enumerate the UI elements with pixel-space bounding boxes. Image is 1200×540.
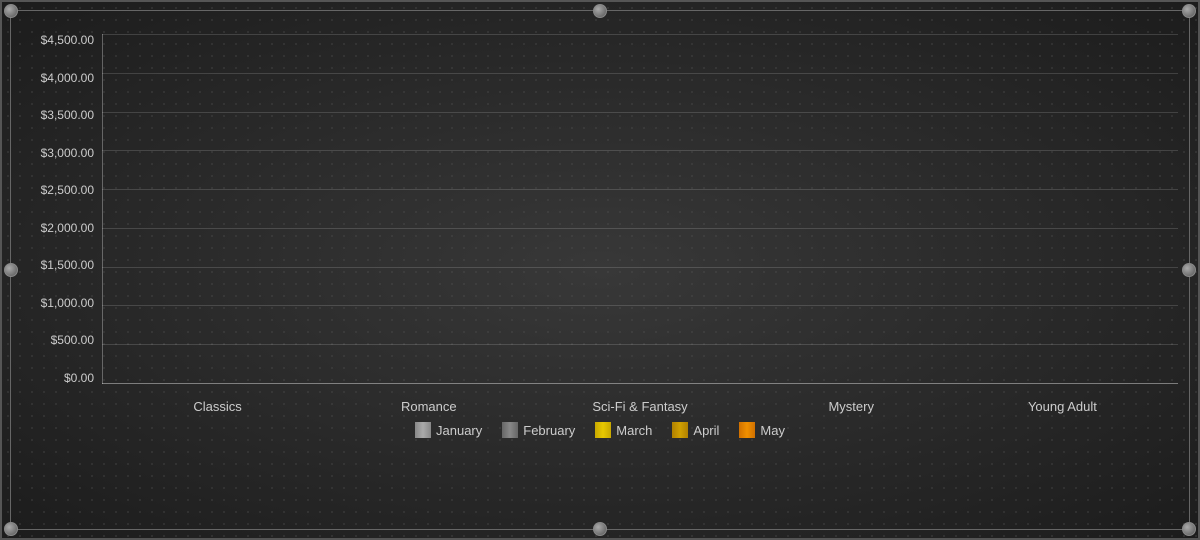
y-axis-label: $3,500.00 — [41, 109, 94, 121]
legend-label-mar: March — [616, 423, 652, 438]
y-axis-label: $1,000.00 — [41, 297, 94, 309]
y-axis-label: $0.00 — [64, 372, 94, 384]
y-axis-label: $1,500.00 — [41, 259, 94, 271]
legend-swatch-feb — [502, 422, 518, 438]
legend: January February March April May — [2, 414, 1198, 446]
bars-container — [102, 34, 1178, 384]
y-axis-label: $3,000.00 — [41, 147, 94, 159]
y-axis-label: $2,500.00 — [41, 184, 94, 196]
y-axis-label: $4,500.00 — [41, 34, 94, 46]
y-axis-label: $4,000.00 — [41, 72, 94, 84]
legend-label-apr: April — [693, 423, 719, 438]
bolt-top-right — [1182, 4, 1196, 18]
legend-item-may: May — [739, 422, 785, 438]
x-axis-label: Mystery — [746, 399, 957, 414]
bolt-bottom-middle — [593, 522, 607, 536]
y-axis: $4,500.00 $4,000.00 $3,500.00 $3,000.00 $2,5… — [22, 34, 102, 414]
legend-label-feb: February — [523, 423, 575, 438]
legend-item-feb: February — [502, 422, 575, 438]
bolt-middle-right — [1182, 263, 1196, 277]
y-axis-label: $500.00 — [51, 334, 94, 346]
legend-swatch-apr — [672, 422, 688, 438]
legend-swatch-jan — [415, 422, 431, 438]
legend-item-mar: March — [595, 422, 652, 438]
bolt-middle-left — [4, 263, 18, 277]
x-axis-label: Young Adult — [957, 399, 1168, 414]
bolt-bottom-right — [1182, 522, 1196, 536]
legend-item-jan: January — [415, 422, 482, 438]
bolt-top-middle — [593, 4, 607, 18]
chart-area: $4,500.00 $4,000.00 $3,500.00 $3,000.00 $2,5… — [22, 34, 1178, 414]
x-axis-label: Romance — [323, 399, 534, 414]
legend-item-apr: April — [672, 422, 719, 438]
x-axis-label: Classics — [112, 399, 323, 414]
legend-label-may: May — [760, 423, 785, 438]
x-labels: ClassicsRomanceSci-Fi & FantasyMysteryYo… — [102, 399, 1178, 414]
legend-label-jan: January — [436, 423, 482, 438]
chart-plot: ClassicsRomanceSci-Fi & FantasyMysteryYo… — [102, 34, 1178, 414]
chart-container: $4,500.00 $4,000.00 $3,500.00 $3,000.00 $2,5… — [0, 0, 1200, 540]
bolt-bottom-left — [4, 522, 18, 536]
y-axis-label: $2,000.00 — [41, 222, 94, 234]
bolt-top-left — [4, 4, 18, 18]
legend-swatch-may — [739, 422, 755, 438]
x-axis-label: Sci-Fi & Fantasy — [534, 399, 745, 414]
legend-swatch-mar — [595, 422, 611, 438]
